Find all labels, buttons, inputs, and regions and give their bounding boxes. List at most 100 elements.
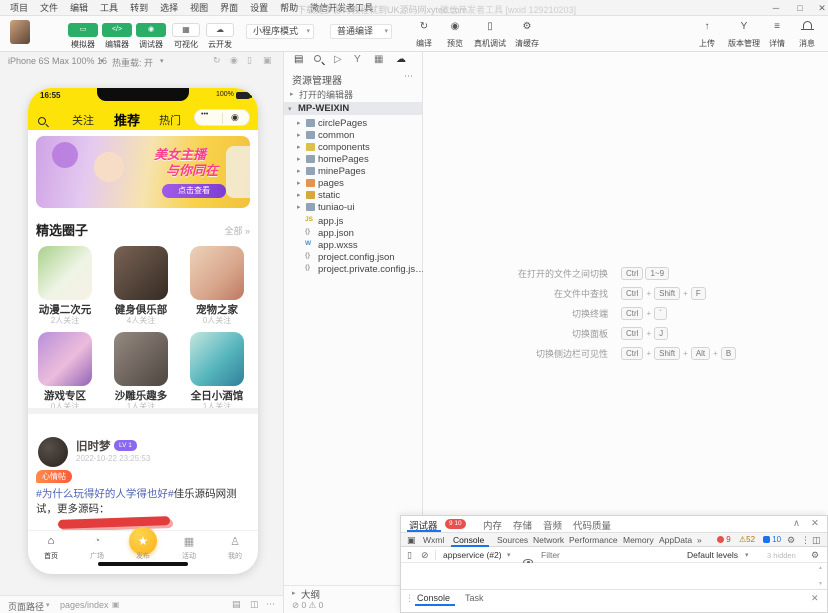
circle-card-image[interactable] — [114, 246, 168, 300]
close-debugger-icon[interactable]: ✕ — [811, 518, 819, 529]
problems-status[interactable]: ⊘ 0 ⚠ 0 — [292, 600, 323, 611]
chevron-right-icon[interactable]: ▸ — [290, 90, 294, 98]
circle-card-image[interactable] — [38, 246, 92, 300]
compile-icon[interactable]: ↻ — [411, 21, 437, 32]
section-more-link[interactable]: 全部 » — [224, 224, 250, 237]
post-author-avatar[interactable] — [38, 437, 68, 467]
more-icon[interactable]: ⋯ — [266, 599, 275, 610]
devtools-tab-console-active[interactable]: Console — [453, 535, 484, 545]
details-icon[interactable]: ≡ — [764, 21, 790, 32]
close-button[interactable]: ✕ — [812, 0, 828, 16]
post-topic-link[interactable]: #为什么玩得好的人学得也好# — [36, 488, 174, 500]
upload-icon[interactable]: ↑ — [694, 21, 720, 32]
minimize-button[interactable]: ─ — [766, 0, 786, 16]
tab-publish-label[interactable]: 发布 — [120, 551, 166, 561]
menu-settings[interactable]: 设置 — [244, 0, 274, 16]
console-filter-input[interactable] — [541, 549, 671, 561]
menu-tools[interactable]: 工具 — [94, 0, 124, 16]
tab-memory[interactable]: 内存 — [483, 518, 502, 532]
tab-profile-label[interactable]: 我的 — [212, 551, 258, 561]
nav-tab-recommend-active[interactable]: 推荐 — [114, 110, 140, 129]
device-selector[interactable]: iPhone 6S Max 100% 16 — [8, 56, 107, 66]
tree-folder[interactable]: ▸circlePages — [284, 117, 422, 129]
clear-cache-icon[interactable]: ⚙ — [512, 21, 542, 32]
tab-storage[interactable]: 存储 — [513, 518, 532, 532]
detach-window-icon[interactable]: ▣ — [263, 55, 272, 66]
nav-tab-follow[interactable]: 关注 — [72, 112, 94, 128]
circle-card-image[interactable] — [190, 332, 244, 386]
menu-select[interactable]: 选择 — [154, 0, 184, 16]
devtools-menu-icon[interactable]: ⋮ — [801, 535, 810, 546]
mode-dropdown[interactable]: 小程序模式 ▾ — [246, 24, 314, 39]
tree-file[interactable]: {}project.config.json — [284, 251, 422, 263]
error-count-badge[interactable]: 9 — [717, 535, 731, 544]
circle-card-image[interactable] — [190, 246, 244, 300]
tree-folder[interactable]: ▸components — [284, 141, 422, 153]
editor-toggle-button[interactable]: </> — [102, 23, 132, 37]
collapse-icon[interactable]: ∧ — [793, 518, 800, 529]
drawer-tab-console-active[interactable]: Console — [417, 593, 450, 603]
tab-audio[interactable]: 音频 — [543, 518, 562, 532]
banner-cta-button[interactable]: 点击查看 — [162, 184, 226, 198]
tab-square-label[interactable]: 广场 — [74, 551, 120, 561]
tab-code-quality[interactable]: 代码质量 — [573, 518, 611, 532]
maximize-button[interactable]: □ — [790, 0, 810, 16]
scroll-down-icon[interactable]: ▼ — [818, 581, 823, 587]
profile-icon[interactable]: ♙ — [212, 535, 258, 548]
drawer-tab-task[interactable]: Task — [465, 593, 484, 603]
tree-folder[interactable]: ▸homePages — [284, 153, 422, 165]
dock-icon[interactable]: ◫ — [812, 535, 821, 546]
clear-console-icon[interactable]: ⊘ — [421, 550, 429, 561]
device-toolbar-icon[interactable]: ▣ — [407, 535, 416, 546]
context-selector[interactable]: appservice (#2) — [443, 550, 502, 560]
extensions-icon[interactable]: ▦ — [374, 54, 383, 65]
page-path-label[interactable]: 页面路径 — [8, 600, 44, 613]
debugger-toggle-button[interactable]: ◉ — [136, 23, 166, 37]
more-tabs-icon[interactable]: » — [697, 535, 702, 545]
capsule-target-icon[interactable]: ◉ — [231, 112, 239, 123]
nav-tab-hot[interactable]: 热门 — [159, 112, 181, 128]
drag-handle-icon[interactable]: ⋮ — [405, 593, 414, 604]
promo-banner[interactable]: 美女主播 与你同在 点击查看 — [36, 136, 250, 208]
warning-count-badge[interactable]: ⚠52 — [739, 535, 755, 544]
tree-file[interactable]: Wapp.wxss — [284, 239, 422, 251]
screenshot-icon[interactable]: ▤ — [232, 599, 241, 610]
tree-file[interactable]: {}app.json — [284, 227, 422, 239]
tree-root-selected[interactable]: ▾ MP-WEIXIN — [284, 102, 422, 115]
activity-icon[interactable]: ▦ — [166, 535, 212, 548]
info-count-badge[interactable]: 10 — [763, 535, 781, 544]
rotate-icon[interactable]: ↻ — [213, 55, 221, 66]
circle-card-image[interactable] — [114, 332, 168, 386]
compile-mode-dropdown[interactable]: 普通编译 ▾ — [330, 24, 392, 39]
menu-project[interactable]: 项目 — [4, 0, 34, 16]
tab-activity-label[interactable]: 活动 — [166, 551, 212, 561]
hot-reload-toggle[interactable]: 热重载: 开 — [112, 56, 153, 69]
console-output[interactable]: ▲ ▼ — [401, 563, 827, 589]
circle-card-image[interactable] — [38, 332, 92, 386]
search-icon[interactable] — [38, 112, 46, 130]
version-branch-icon[interactable]: Y — [726, 21, 762, 32]
preview-icon[interactable]: ◉ — [442, 21, 468, 32]
scroll-up-icon[interactable]: ▲ — [818, 565, 823, 571]
visual-tool-button[interactable]: ▦ — [172, 23, 200, 37]
simulator-toggle-button[interactable]: ▭ — [68, 23, 98, 37]
menu-edit[interactable]: 编辑 — [64, 0, 94, 16]
cloud-icon[interactable]: ☁ — [396, 54, 406, 65]
source-control-icon[interactable]: Y — [354, 54, 361, 65]
tree-file[interactable]: {}project.private.config.js… — [284, 263, 422, 275]
run-icon[interactable]: ▷ — [334, 54, 342, 65]
open-editors-section[interactable]: 打开的编辑器 — [299, 88, 353, 101]
post-tag-badge[interactable]: 心情帖 — [36, 470, 72, 483]
user-avatar[interactable] — [10, 20, 30, 44]
post-content[interactable]: #为什么玩得好的人学得也好#佳乐源码网测试，更多源码： — [36, 487, 250, 517]
tree-folder[interactable]: ▸pages — [284, 177, 422, 189]
menu-goto[interactable]: 转到 — [124, 0, 154, 16]
messages-bell-icon[interactable] — [794, 21, 820, 32]
split-view-icon[interactable]: ◫ — [250, 599, 259, 610]
cloud-dev-button[interactable]: ☁ — [206, 23, 234, 37]
devtools-tab-sources[interactable]: Sources — [497, 535, 528, 545]
log-levels-dropdown[interactable]: Default levels — [687, 550, 738, 560]
devtools-settings-icon[interactable]: ⚙ — [787, 535, 795, 546]
close-drawer-icon[interactable]: ✕ — [811, 593, 819, 604]
post-author-name[interactable]: 旧时梦 — [76, 438, 111, 454]
